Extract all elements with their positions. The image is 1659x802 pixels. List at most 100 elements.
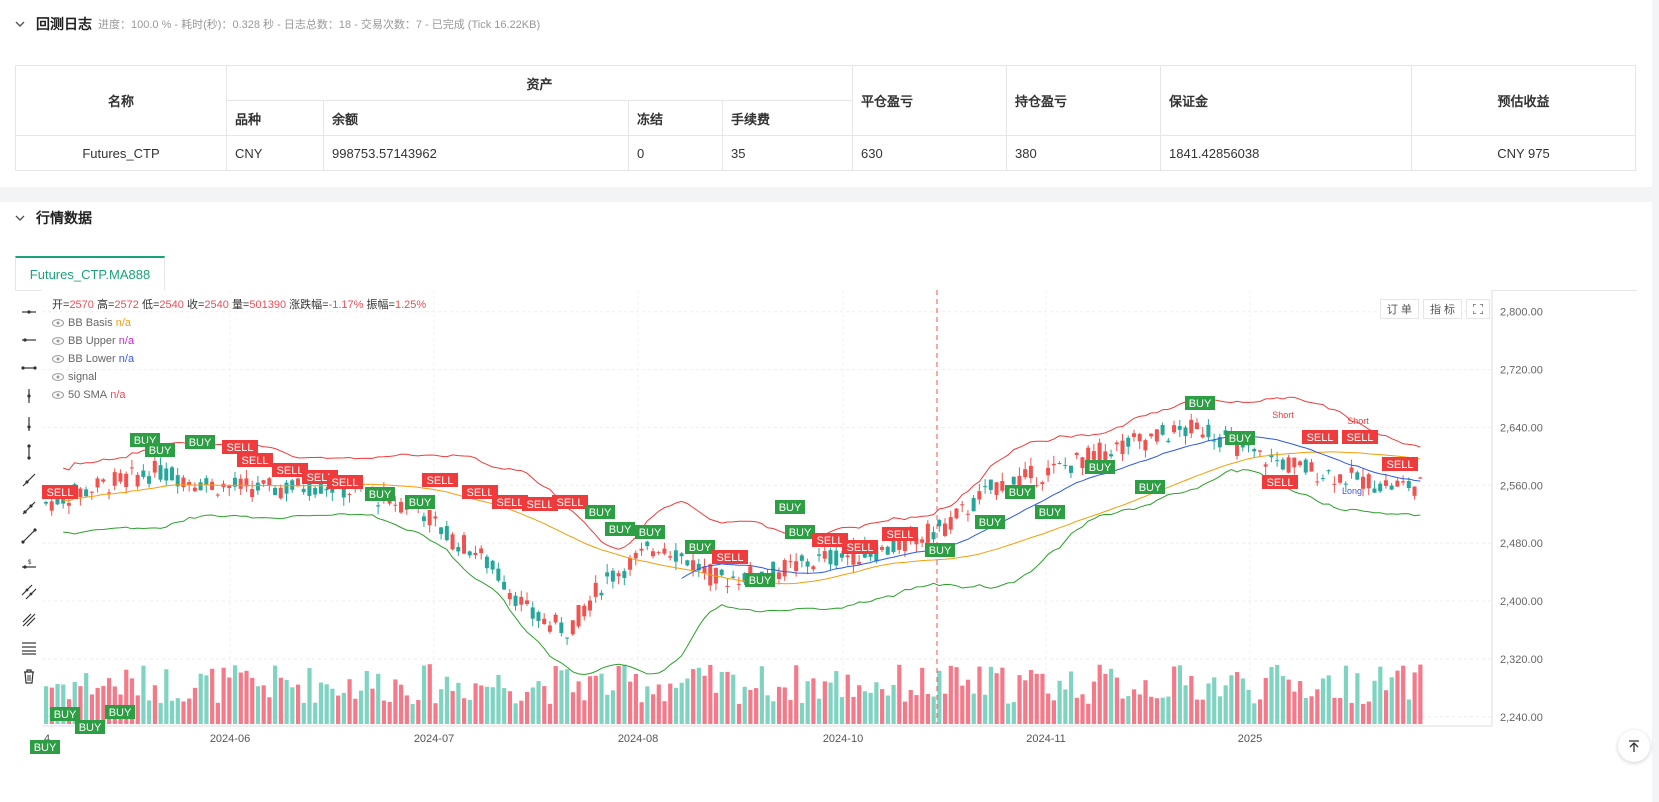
scroll-to-top-button[interactable] xyxy=(1618,730,1650,762)
segment-line-icon[interactable] xyxy=(18,522,40,550)
volume-bar xyxy=(1183,685,1188,724)
log-header[interactable]: 回测日志 进度：100.0 % - 耗时(秒)：0.328 秒 - 日志总数：1… xyxy=(14,14,540,34)
candle-body xyxy=(931,532,936,540)
buy-tag-label: BUY xyxy=(1189,398,1212,410)
buy-tag-label: BUY xyxy=(189,437,212,449)
volume-bar xyxy=(977,666,982,724)
table-row: Futures_CTP CNY 998753.57143962 0 35 630… xyxy=(15,135,1636,171)
candle-body xyxy=(124,473,129,488)
candle-body xyxy=(668,556,673,558)
volume-bar xyxy=(1275,664,1280,724)
candle-body xyxy=(1080,457,1085,468)
parallel-channel-icon[interactable] xyxy=(18,578,40,606)
horizontal-ray-icon[interactable] xyxy=(18,326,40,354)
volume-bar xyxy=(1269,666,1274,724)
cell-position-pnl: 380 xyxy=(1006,135,1161,171)
sell-tag-label: SELL xyxy=(527,499,554,511)
y-tick-label: 2,480.00 xyxy=(1500,538,1543,550)
price-channel-icon[interactable] xyxy=(18,634,40,662)
volume-bar xyxy=(152,685,157,724)
candle-body xyxy=(1212,440,1217,442)
vertical-ray-icon[interactable] xyxy=(18,410,40,438)
volume-bar xyxy=(330,688,335,724)
volume-bar xyxy=(891,684,896,724)
volume-bar xyxy=(605,694,610,724)
volume-bar xyxy=(204,675,209,724)
trash-icon[interactable] xyxy=(18,662,40,690)
candle-body xyxy=(1406,481,1411,489)
horizontal-line-icon[interactable] xyxy=(18,298,40,326)
open-label: 开= xyxy=(52,299,70,311)
indicator-bb-basis[interactable]: BB Basis n/a xyxy=(52,314,426,332)
eye-icon[interactable] xyxy=(52,391,64,399)
indicator-bb-lower[interactable]: BB Lower n/a xyxy=(52,350,426,368)
volume-bar xyxy=(1212,677,1217,724)
candle-body xyxy=(210,481,215,490)
price-line-icon[interactable]: $ xyxy=(18,550,40,578)
volume-bar xyxy=(885,695,890,724)
volume-bar xyxy=(198,673,203,724)
eye-icon[interactable] xyxy=(52,373,64,381)
candle-body xyxy=(1355,472,1360,480)
fullscreen-button[interactable] xyxy=(1466,299,1490,319)
high-value: 2572 xyxy=(114,299,139,311)
close-value: 2540 xyxy=(204,299,229,311)
volume-bar xyxy=(937,670,942,724)
candle-body xyxy=(1011,476,1016,485)
candle-body xyxy=(1120,440,1125,455)
buy-tag-label: BUY xyxy=(789,527,812,539)
candlestick-chart[interactable]: 2,800.00 2,720.00 2,640.00 2,560.00 2,480.00… xyxy=(0,202,1652,802)
chevron-down-icon[interactable] xyxy=(14,18,26,30)
trend-line-icon[interactable] xyxy=(18,466,40,494)
candle-body xyxy=(255,482,260,491)
candle-body xyxy=(295,478,300,486)
indicator-button[interactable]: 指 标 xyxy=(1422,299,1462,319)
volume-bar xyxy=(295,684,301,724)
volume-bar xyxy=(444,676,450,724)
volume-bar xyxy=(994,673,999,724)
volume-bar xyxy=(1109,668,1114,724)
sell-tag-label: SELL xyxy=(1267,477,1294,489)
volume-bar xyxy=(834,671,839,724)
candle-body xyxy=(731,576,736,578)
eye-icon[interactable] xyxy=(52,355,64,363)
horizontal-segment-icon[interactable] xyxy=(18,354,40,382)
candle-body xyxy=(399,501,404,513)
candle-body xyxy=(1303,459,1308,473)
candle-body xyxy=(393,504,398,506)
volume-bar xyxy=(948,665,953,724)
candle-body xyxy=(1166,440,1171,443)
indicator-bb-upper[interactable]: BB Upper n/a xyxy=(52,332,426,350)
fibonacci-icon[interactable] xyxy=(18,606,40,634)
eye-icon[interactable] xyxy=(52,319,64,327)
candle-body xyxy=(587,600,592,611)
ray-line-icon[interactable] xyxy=(18,494,40,522)
candle-body xyxy=(960,504,965,506)
volume-bar xyxy=(1097,664,1102,724)
indicator-signal[interactable]: signal xyxy=(52,368,426,386)
candle-body xyxy=(782,560,787,577)
col-frozen: 冻结 xyxy=(628,100,723,136)
volume-bar xyxy=(845,674,850,724)
indicator-name: BB Basis xyxy=(68,317,113,329)
ohlc-readout: 开= 2570 高= 2572 低= 2540 收= 2540 量= 501390 涨跌幅… xyxy=(52,296,426,314)
volume-bar xyxy=(925,694,931,724)
volume-bar xyxy=(1051,700,1057,724)
volume-bar xyxy=(473,683,478,724)
vertical-segment-icon[interactable] xyxy=(18,438,40,466)
vertical-line-icon[interactable] xyxy=(18,382,40,410)
eye-icon[interactable] xyxy=(52,337,64,345)
volume-bar xyxy=(1103,673,1108,724)
candle-body xyxy=(1280,459,1285,470)
indicator-50-sma[interactable]: 50 SMA n/a xyxy=(52,386,426,404)
candle-body xyxy=(66,503,71,506)
buy-tag-label: BUY xyxy=(929,545,952,557)
volume-bar xyxy=(1000,667,1005,724)
candle-body xyxy=(628,557,633,570)
order-button[interactable]: 订 单 xyxy=(1379,299,1419,319)
buy-tag-label: BUY xyxy=(369,489,392,501)
buy-tag-label: BUY xyxy=(749,575,772,587)
buy-tag-label: BUY xyxy=(79,722,102,734)
volume-bar xyxy=(1383,690,1389,724)
candle-body xyxy=(662,548,667,554)
